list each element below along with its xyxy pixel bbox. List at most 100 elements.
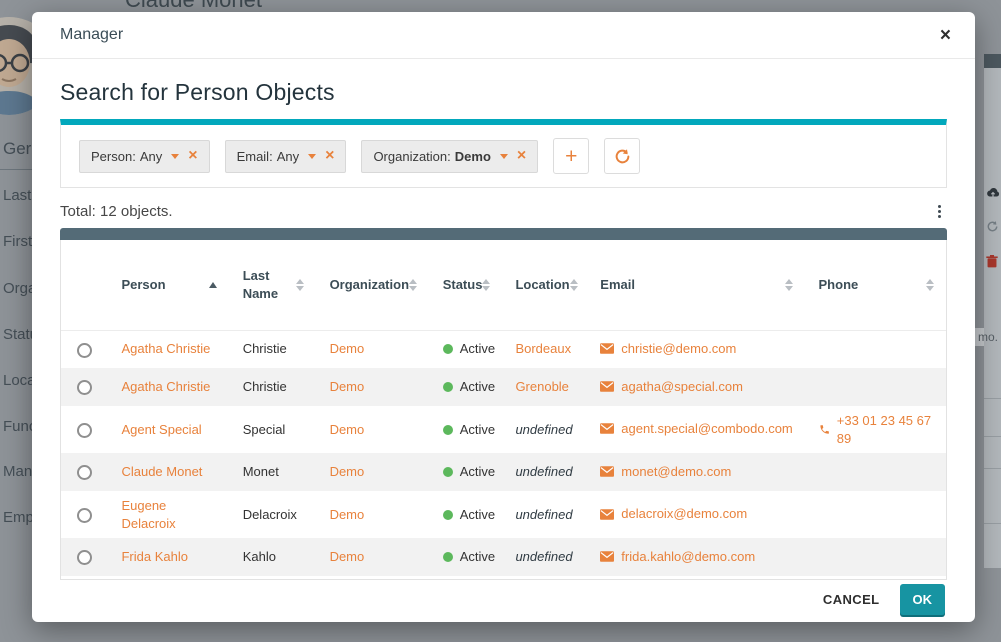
remove-filter-icon[interactable]: × (325, 150, 334, 163)
location-undefined: undefined (515, 464, 572, 479)
organization-link[interactable]: Demo (330, 379, 365, 394)
filter-chip-organization[interactable]: Organization: Demo × (361, 140, 538, 173)
location-link[interactable]: Grenoble (515, 379, 568, 394)
table-row: Eugene Delacroix Delacroix Demo Active u… (61, 491, 946, 538)
filter-chip-person[interactable]: Person: Any × (79, 140, 210, 173)
person-link[interactable]: Agent Special (121, 422, 201, 437)
chip-value: Demo (455, 149, 491, 164)
add-criterion-button[interactable]: + (553, 138, 589, 174)
organization-link[interactable]: Demo (330, 422, 365, 437)
chip-value: Any (140, 149, 162, 164)
person-link[interactable]: Agatha Christie (121, 341, 210, 356)
person-link[interactable]: Agatha Christie (121, 379, 210, 394)
background-label: Ger (3, 139, 31, 159)
row-radio[interactable] (77, 465, 92, 480)
filter-chip-email[interactable]: Email: Any × (225, 140, 347, 173)
email-link[interactable]: christie@demo.com (621, 340, 736, 358)
header-location[interactable]: Location (501, 240, 586, 330)
table-row: Agatha Christie Christie Demo Active Bor… (61, 330, 946, 368)
header-email[interactable]: Email (586, 240, 804, 330)
table-row: Agent Special Special Demo Active undefi… (61, 406, 946, 453)
status-label: Active (460, 507, 495, 522)
table-row: Claude Monet Monet Demo Active undefined… (61, 453, 946, 491)
row-radio[interactable] (77, 343, 92, 358)
sort-icon (926, 279, 934, 291)
background-label: First (3, 233, 32, 250)
email-icon (600, 381, 614, 392)
status-dot (443, 344, 453, 354)
header-select (61, 240, 107, 330)
cancel-button[interactable]: CANCEL (823, 592, 880, 607)
sort-ascending-icon (209, 282, 217, 288)
last-name-cell: Christie (229, 368, 316, 406)
header-person[interactable]: Person (107, 240, 228, 330)
email-icon (600, 509, 614, 520)
status-dot (443, 510, 453, 520)
chip-label: Email: (237, 149, 273, 164)
status-dot (443, 425, 453, 435)
header-status[interactable]: Status (429, 240, 502, 330)
row-radio[interactable] (77, 508, 92, 523)
phone-link[interactable]: +33 01 23 45 67 89 (837, 412, 934, 447)
email-link[interactable]: agatha@special.com (621, 378, 743, 396)
organization-link[interactable]: Demo (330, 549, 365, 564)
refresh-icon (614, 148, 631, 165)
close-icon[interactable]: × (940, 26, 951, 45)
dialog-footer: CANCEL OK (32, 580, 975, 622)
table-header-row: Person Last Name Organization Status Loc (61, 240, 946, 330)
status-label: Active (460, 464, 495, 479)
row-radio[interactable] (77, 380, 92, 395)
sort-icon (296, 279, 304, 291)
organization-link[interactable]: Demo (330, 507, 365, 522)
undo-icon (986, 220, 999, 238)
organization-link[interactable]: Demo (330, 464, 365, 479)
last-name-cell: Christie (229, 330, 316, 368)
background-label: Loca (3, 372, 36, 389)
organization-link[interactable]: Demo (330, 341, 365, 356)
cloud-upload-icon (986, 186, 1000, 204)
chevron-down-icon[interactable] (171, 154, 179, 159)
background-side-panel (984, 68, 1001, 568)
person-link[interactable]: Eugene Delacroix (121, 498, 175, 531)
header-organization[interactable]: Organization (316, 240, 429, 330)
phone-icon (819, 423, 830, 436)
chevron-down-icon[interactable] (500, 154, 508, 159)
header-last-name[interactable]: Last Name (229, 240, 316, 330)
background-toolbar-fragment (984, 54, 1001, 68)
email-icon (600, 466, 614, 477)
last-name-cell: Monet (229, 453, 316, 491)
results-summary-row: Total: 12 objects. (60, 201, 947, 222)
header-phone[interactable]: Phone (805, 240, 946, 330)
table-top-bar (60, 228, 947, 240)
table-options-kebab-icon[interactable] (932, 201, 947, 222)
trash-icon (986, 255, 998, 273)
email-link[interactable]: agent.special@combodo.com (621, 420, 792, 438)
email-link[interactable]: frida.kahlo@demo.com (621, 548, 755, 566)
manager-dialog: Manager × Search for Person Objects Pers… (32, 12, 975, 622)
chevron-down-icon[interactable] (308, 154, 316, 159)
refresh-button[interactable] (604, 138, 640, 174)
results-table: Person Last Name Organization Status Loc (61, 240, 946, 576)
email-icon (600, 551, 614, 562)
status-dot (443, 552, 453, 562)
email-link[interactable]: monet@demo.com (621, 463, 731, 481)
dialog-header: Manager × (32, 12, 975, 59)
location-undefined: undefined (515, 422, 572, 437)
email-link[interactable]: delacroix@demo.com (621, 505, 747, 523)
last-name-cell: Delacroix (229, 491, 316, 538)
last-name-cell: Special (229, 406, 316, 453)
row-radio[interactable] (77, 423, 92, 438)
status-label: Active (460, 422, 495, 437)
person-link[interactable]: Claude Monet (121, 464, 202, 479)
location-undefined: undefined (515, 507, 572, 522)
chip-value: Any (277, 149, 299, 164)
ok-button[interactable]: OK (900, 584, 946, 615)
location-link[interactable]: Bordeaux (515, 341, 571, 356)
remove-filter-icon[interactable]: × (517, 150, 526, 163)
sort-icon (482, 279, 490, 291)
results-total: Total: 12 objects. (60, 203, 173, 220)
background-text-fragment: mo. (978, 330, 998, 344)
remove-filter-icon[interactable]: × (188, 150, 197, 163)
row-radio[interactable] (77, 550, 92, 565)
person-link[interactable]: Frida Kahlo (121, 549, 187, 564)
